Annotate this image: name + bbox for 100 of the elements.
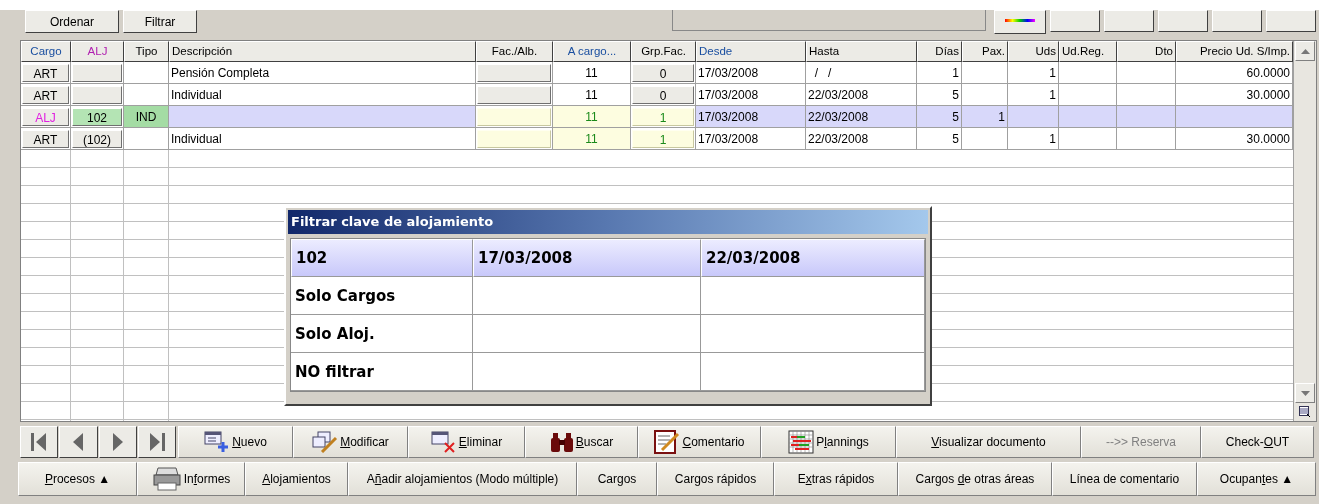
action-button[interactable]: Visualizar documento — [896, 426, 1081, 458]
cell-button[interactable] — [72, 85, 122, 104]
table-cell: 22/03/2008 — [806, 106, 917, 128]
filter-option[interactable] — [473, 353, 701, 391]
menu-button[interactable]: Cargos — [577, 462, 657, 496]
menu-button[interactable]: Extras rápidos — [774, 462, 898, 496]
column-header[interactable]: Desde — [696, 41, 806, 62]
table-cell: 1 — [1008, 62, 1059, 84]
table-cell — [1059, 62, 1117, 84]
toolbar-button[interactable]: Filtrar — [123, 10, 197, 33]
cell-button[interactable]: ART — [22, 85, 69, 104]
menu-button[interactable]: Cargos de otras áreas — [898, 462, 1052, 496]
menu-button[interactable]: Línea de comentario — [1052, 462, 1197, 496]
column-header[interactable]: Uds — [1008, 41, 1059, 62]
action-button[interactable]: Comentario — [638, 426, 761, 458]
printer-icon — [151, 466, 182, 492]
cell-button[interactable]: 0 — [632, 63, 694, 82]
binoculars-icon — [549, 431, 574, 453]
action-button[interactable]: Plannings — [761, 426, 896, 458]
action-button[interactable]: Nuevo — [178, 426, 293, 458]
cell-button[interactable]: (102) — [72, 129, 122, 148]
notepad-pencil-icon — [654, 430, 681, 454]
table-cell: 11 — [553, 128, 631, 150]
filter-option[interactable] — [473, 315, 701, 353]
filter-option[interactable] — [473, 277, 701, 315]
table-cell — [1059, 106, 1117, 128]
scroll-down-icon[interactable] — [1295, 383, 1315, 403]
grid-icon[interactable] — [1299, 406, 1311, 418]
filter-option[interactable]: Solo Aloj. — [291, 315, 473, 353]
toolbar-button[interactable] — [1158, 10, 1208, 32]
document-pencil-icon — [312, 431, 339, 453]
column-header[interactable]: Pax. — [962, 41, 1008, 62]
column-header[interactable]: Dto — [1117, 41, 1176, 62]
cell-button[interactable]: 0 — [632, 85, 694, 104]
cell-button[interactable]: 1 — [632, 107, 694, 126]
column-header[interactable]: Fac./Alb. — [476, 41, 553, 62]
filter-option[interactable] — [701, 315, 925, 353]
last-record-button[interactable] — [137, 426, 176, 458]
table-cell: 5 — [917, 106, 962, 128]
cell-button[interactable]: ART — [22, 63, 69, 82]
menu-button[interactable]: Añadir alojamientos (Modo múltiple) — [348, 462, 577, 496]
toolbar-button[interactable]: Ordenar — [25, 10, 119, 33]
column-header[interactable]: Hasta — [806, 41, 917, 62]
table-cell — [962, 62, 1008, 84]
scroll-up-icon[interactable] — [1295, 41, 1315, 61]
toolbar-button[interactable] — [1050, 10, 1100, 32]
filter-option[interactable]: 102 — [291, 239, 473, 277]
menu-button[interactable]: Ocupantes ▲ — [1197, 462, 1316, 496]
menu-button[interactable]: Informes — [137, 462, 245, 496]
cell-button[interactable] — [477, 63, 551, 82]
column-header[interactable]: A cargo... — [553, 41, 631, 62]
filter-option[interactable]: NO filtrar — [291, 353, 473, 391]
popup-title: Filtrar clave de alojamiento — [288, 210, 928, 234]
table-cell: 1 — [917, 62, 962, 84]
action-button[interactable]: Modificar — [293, 426, 408, 458]
cell-button[interactable] — [477, 107, 551, 126]
filter-option[interactable] — [701, 353, 925, 391]
table-cell: 17/03/2008 — [696, 106, 806, 128]
column-header[interactable]: Precio Ud. S/Imp. — [1176, 41, 1293, 62]
scrollbar[interactable] — [1293, 41, 1316, 421]
table-cell: IND — [124, 106, 169, 128]
filter-option[interactable] — [701, 277, 925, 315]
first-record-button[interactable] — [20, 426, 59, 458]
column-header[interactable]: Grp.Fac. — [631, 41, 696, 62]
column-header[interactable]: ALJ — [71, 41, 124, 62]
column-header[interactable]: Cargo — [21, 41, 71, 62]
next-button[interactable] — [98, 426, 137, 458]
cell-button[interactable] — [477, 129, 551, 148]
column-header[interactable]: Tipo — [124, 41, 169, 62]
cell-button[interactable] — [477, 85, 551, 104]
cell-button[interactable] — [72, 63, 122, 82]
previous-button[interactable] — [59, 426, 98, 458]
cell-button[interactable]: 1 — [632, 129, 694, 148]
column-header[interactable]: Días — [917, 41, 962, 62]
toolbar-button[interactable] — [1266, 10, 1316, 32]
cell-button[interactable]: ART — [22, 129, 69, 148]
filter-option[interactable]: 17/03/2008 — [473, 239, 701, 277]
palette-icon[interactable] — [994, 10, 1046, 34]
menu-button[interactable]: Cargos rápidos — [657, 462, 774, 496]
filter-option[interactable]: Solo Cargos — [291, 277, 473, 315]
table-cell: 11 — [553, 62, 631, 84]
left-triangle-icon — [71, 431, 86, 453]
right-triangle-icon — [110, 431, 125, 453]
toolbar-button[interactable] — [1104, 10, 1154, 32]
table-cell: 17/03/2008 — [696, 62, 806, 84]
column-header[interactable]: Ud.Reg. — [1059, 41, 1117, 62]
toolbar-button[interactable] — [1212, 10, 1262, 32]
menu-button[interactable]: Procesos ▲ — [18, 462, 137, 496]
filter-option[interactable]: 22/03/2008 — [701, 239, 925, 277]
column-header[interactable]: Descripción — [169, 41, 476, 62]
table-cell — [1008, 106, 1059, 128]
menu-button[interactable]: Alojamientos — [245, 462, 348, 496]
table-cell — [1117, 62, 1176, 84]
action-button[interactable]: Eliminar — [408, 426, 525, 458]
cell-button[interactable]: 102 — [72, 107, 122, 126]
document-cross-icon — [430, 431, 457, 453]
table-cell: 11 — [553, 106, 631, 128]
table-cell: 1 — [962, 106, 1008, 128]
action-button[interactable]: Buscar — [525, 426, 638, 458]
action-button[interactable]: Check-OUT — [1201, 426, 1314, 458]
